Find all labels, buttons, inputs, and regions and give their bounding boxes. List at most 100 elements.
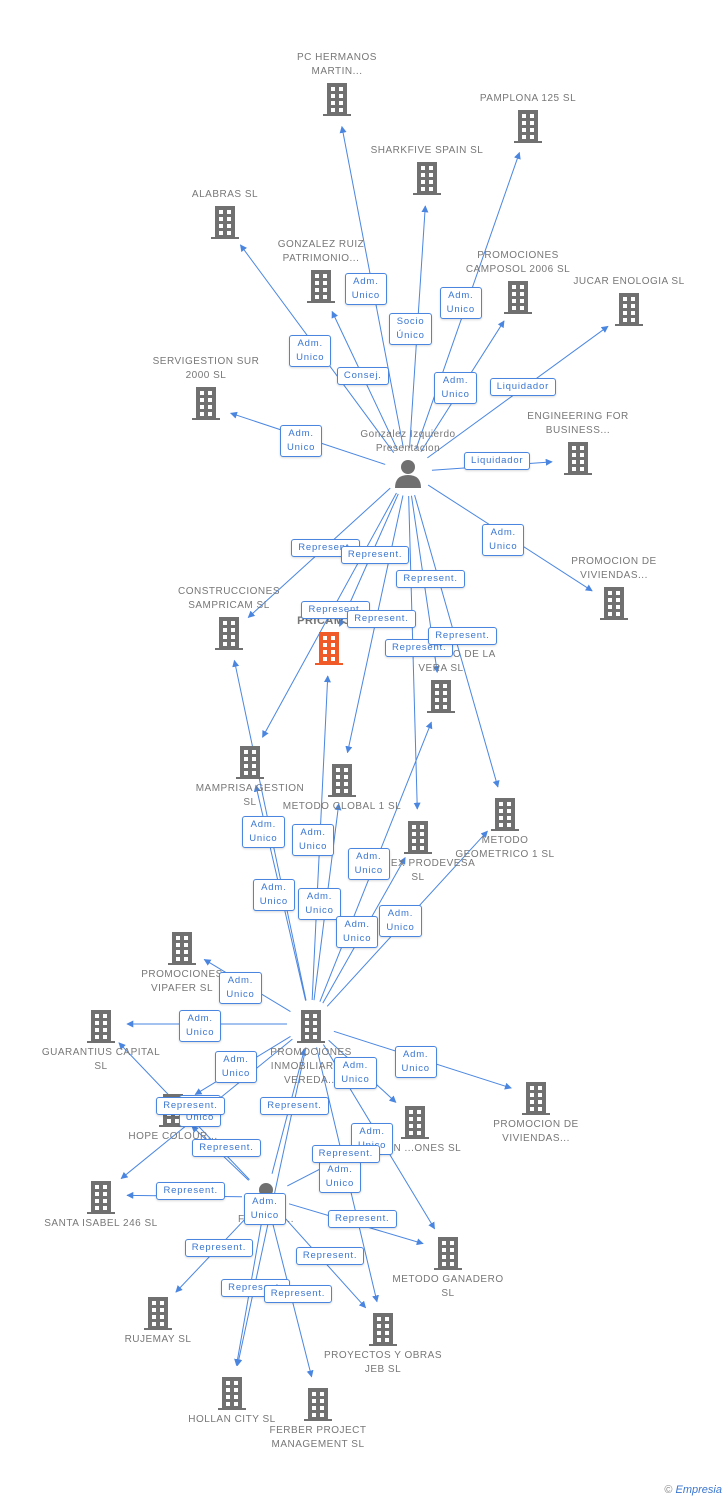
node-mganadero[interactable]: METODO GANADERO SL xyxy=(388,1233,508,1301)
node-promviv2[interactable]: PROMOCION DE VIVIENDAS... xyxy=(476,1078,596,1146)
node-label: METODO GANADERO SL xyxy=(392,1274,504,1299)
building-icon xyxy=(277,81,397,117)
building-icon xyxy=(41,1179,161,1215)
node-label: GONZALEZ RUIZ PATRIMONIO... xyxy=(277,239,365,264)
building-icon xyxy=(445,796,565,832)
edge-label[interactable]: Adm. Unico xyxy=(291,823,335,856)
building-icon xyxy=(251,1008,371,1044)
edge-label[interactable]: Represent. xyxy=(192,1139,261,1158)
node-sharkfive[interactable]: SHARKFIVE SPAIN SL xyxy=(367,144,487,198)
building-icon xyxy=(282,762,402,798)
building-icon xyxy=(554,585,674,621)
node-servigestion[interactable]: SERVIGESTION SUR 2000 SL xyxy=(146,355,266,423)
edge-label[interactable]: Represent. xyxy=(156,1097,225,1116)
node-label: ALABRAS SL xyxy=(191,189,259,200)
edge-label[interactable]: Represent. xyxy=(347,610,416,629)
node-mgeometrico[interactable]: METODO GEOMETRICO 1 SL xyxy=(445,794,565,862)
node-label: GUARANTIUS CAPITAL SL xyxy=(41,1047,161,1072)
edge-label[interactable]: Adm. Unico xyxy=(243,1192,286,1225)
edge-label[interactable]: Socio Único xyxy=(389,312,432,345)
edge-label[interactable]: Adm. Unico xyxy=(394,1045,437,1078)
node-label: FERBER PROJECT MANAGEMENT SL xyxy=(269,1425,367,1450)
node-label: PROMOCION DE VIVIENDAS... xyxy=(571,556,657,581)
edge-label[interactable]: Adm. Unico xyxy=(482,523,525,556)
edge-label[interactable]: Adm. Unico xyxy=(336,916,379,949)
node-label: Gonzalez Izquierdo Presentacion xyxy=(360,429,456,454)
building-icon xyxy=(476,1080,596,1116)
building-icon xyxy=(323,1311,443,1347)
building-icon xyxy=(146,385,266,421)
brand-logo[interactable]: Empresia xyxy=(676,1484,722,1496)
node-jucar[interactable]: JUCAR ENOLOGIA SL xyxy=(569,275,689,329)
building-icon xyxy=(258,1386,378,1422)
node-proyectos[interactable]: PROYECTOS Y OBRAS JEB SL xyxy=(323,1309,443,1377)
edge-label[interactable]: Represent. xyxy=(428,627,497,646)
building-icon xyxy=(98,1295,218,1331)
building-icon xyxy=(367,160,487,196)
node-person1[interactable]: Gonzalez Izquierdo Presentacion xyxy=(348,428,468,490)
node-label: RUJEMAY SL xyxy=(124,1334,192,1345)
building-icon xyxy=(122,930,242,966)
node-alabras[interactable]: ALABRAS SL xyxy=(165,188,285,242)
node-mglobal[interactable]: METODO GLOBAL 1 SL xyxy=(282,760,402,814)
edge-label[interactable]: Adm. Unico xyxy=(252,878,296,911)
node-label: METODO GLOBAL 1 SL xyxy=(282,801,402,812)
node-label: SANTA ISABEL 246 SL xyxy=(44,1218,158,1229)
node-engineering[interactable]: ENGINEERING FOR BUSINESS... xyxy=(518,410,638,478)
node-label: PAMPLONA 125 SL xyxy=(479,93,577,104)
node-label: METODO GEOMETRICO 1 SL xyxy=(455,835,555,860)
edge-label[interactable]: Adm. Unico xyxy=(344,273,387,306)
building-icon xyxy=(518,440,638,476)
building-icon xyxy=(41,1008,161,1044)
node-pc[interactable]: PC HERMANOS MARTIN... xyxy=(277,51,397,119)
edge-label[interactable]: Adm. Unico xyxy=(439,286,482,319)
node-guarantius[interactable]: GUARANTIUS CAPITAL SL xyxy=(41,1006,161,1074)
edge-label[interactable]: Adm. Unico xyxy=(347,847,390,880)
building-icon xyxy=(269,630,389,666)
node-promviv1[interactable]: PROMOCION DE VIVIENDAS... xyxy=(554,555,674,623)
node-label: PROYECTOS Y OBRAS JEB SL xyxy=(324,1350,442,1375)
edge-label[interactable]: Represent. xyxy=(328,1209,397,1228)
edge-label[interactable]: Represent. xyxy=(263,1284,333,1303)
building-icon xyxy=(381,678,501,714)
edge-label[interactable]: Adm. Unico xyxy=(214,1051,258,1084)
network-graph xyxy=(118,125,609,1378)
building-icon xyxy=(165,204,285,240)
node-rujemay[interactable]: RUJEMAY SL xyxy=(98,1293,218,1347)
edge-label[interactable]: Adm. Unico xyxy=(334,1057,377,1090)
edge-label[interactable]: Represent. xyxy=(184,1239,254,1258)
node-label: ENGINEERING FOR BUSINESS... xyxy=(527,411,629,436)
edge-label[interactable]: Adm. Unico xyxy=(379,904,422,937)
node-ecologico[interactable]: ...ECOLOGICO DE LA VERA SL xyxy=(381,648,501,716)
edge-label[interactable]: Liquidador xyxy=(489,378,557,397)
edge-label[interactable]: Adm. Unico xyxy=(298,887,341,920)
building-icon xyxy=(468,108,588,144)
edge-label[interactable]: Represent. xyxy=(295,1247,365,1266)
edge-label[interactable]: Represent. xyxy=(396,570,465,588)
building-icon xyxy=(569,291,689,327)
edge-label[interactable]: Adm. Unico xyxy=(242,816,285,849)
node-label: PROMOCION DE VIVIENDAS... xyxy=(493,1119,579,1144)
node-label: SERVIGESTION SUR 2000 SL xyxy=(152,356,260,381)
edge-label[interactable]: Consej. xyxy=(336,366,389,385)
node-label: JUCAR ENOLOGIA SL xyxy=(573,276,685,287)
edge-label[interactable]: Represent. xyxy=(311,1144,381,1163)
node-label: PC HERMANOS MARTIN... xyxy=(297,52,377,77)
node-pamplona[interactable]: PAMPLONA 125 SL xyxy=(468,92,588,146)
edge-label[interactable]: Represent. xyxy=(340,546,410,565)
node-santa[interactable]: SANTA ISABEL 246 SL xyxy=(41,1177,161,1231)
edge-label[interactable]: Adm. Unico xyxy=(279,424,323,457)
edge-label[interactable]: Adm. Unico xyxy=(179,1010,222,1042)
edge-label[interactable]: Represent. xyxy=(156,1182,225,1200)
footer-brand: © Empresia xyxy=(664,1484,722,1496)
node-label: CONSTRUCCIONES SAMPRICAM SL xyxy=(177,586,280,611)
person-icon xyxy=(348,458,468,488)
edge-label[interactable]: Adm. Unico xyxy=(318,1160,362,1193)
edge-label[interactable]: Adm. Unico xyxy=(434,372,477,405)
edge-label[interactable]: Adm. Unico xyxy=(219,971,262,1004)
edge-label[interactable]: Adm. Unico xyxy=(289,334,332,367)
node-ferber[interactable]: FERBER PROJECT MANAGEMENT SL xyxy=(258,1384,378,1452)
building-icon xyxy=(388,1235,508,1271)
edge-label[interactable]: Liquidador xyxy=(464,452,531,471)
edge-label[interactable]: Represent. xyxy=(260,1097,329,1116)
